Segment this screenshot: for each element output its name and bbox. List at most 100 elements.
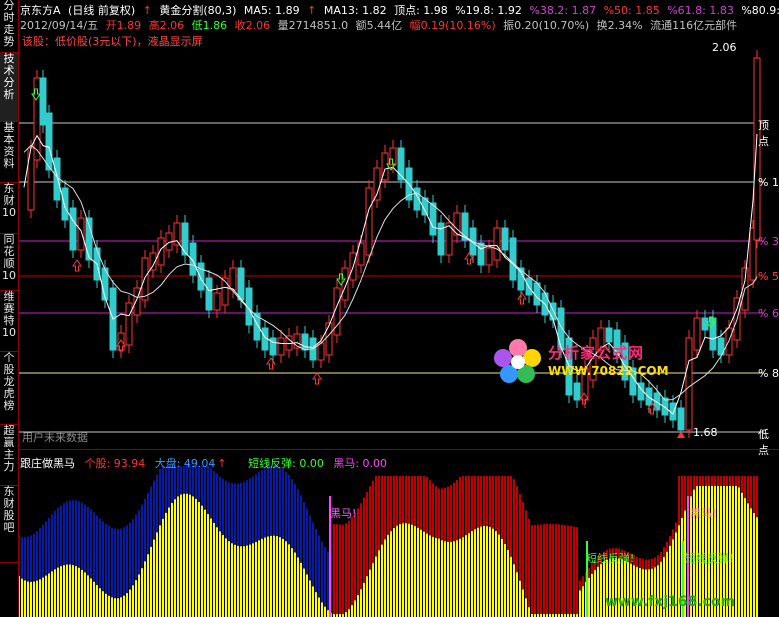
candle-body [117,332,125,351]
watermark: 分析家公式网 WWW.70822.COM [490,336,690,386]
sidebar-item-dragon-tiger[interactable]: 个股龙虎榜 [0,352,18,425]
sidebar-item-label: 技术分析 [3,52,15,101]
rebound-value: 短线反弹: 0.00 [248,457,324,470]
open-value: 开1.89 [105,19,142,32]
sidebar: 分时走势 技术分析 基本资料 东财10 同花顺10 维赛特10 个股龙虎榜 超赢… [0,0,19,617]
candle-body [753,57,761,241]
fib-level-5-num: 5 [771,270,779,283]
fib-level-5-tag: % 5 [758,270,779,283]
arrow-up-icon: ↑ [307,4,317,17]
fib-50-value: %50: 1.85 [603,4,660,17]
candle-body [485,247,493,266]
candle-body [317,342,325,361]
top-point-tag: 顶点 [758,119,769,148]
stock-chart-window: 分时走势 技术分析 基本资料 东财10 同花顺10 维赛特10 个股龙虎榜 超赢… [0,0,779,617]
watermark-bottom: www.fxj168.com [605,594,736,610]
candle-body [237,267,245,301]
darkhorse-value: 黑马: 0.00 [333,457,388,470]
candle-body [325,322,333,356]
high-value: 高2.06 [148,19,185,32]
stock-strength-value: 个股: 93.94 [84,457,146,470]
indicator-name[interactable]: 黄金分割(80,3) [159,4,236,17]
top-point-value: 顶点: 1.98 [394,4,448,17]
turnover-value: 换2.34% [596,19,643,32]
indicator-title[interactable]: 跟庄做黑马 [20,457,75,470]
fib-level-3-num: 3 [771,235,779,248]
candle-body [701,317,709,331]
amplitude-value: 振0.20(10.70%) [503,19,590,32]
darkhorse-signal-label: 黑马 [690,507,712,520]
sidebar-item-technical[interactable]: 技术分析 [0,53,18,122]
candle-body [61,187,69,221]
candle-body [141,257,149,301]
candle-body [69,207,77,251]
darkhorse-signal-2: 黑马! [690,507,717,520]
stock-name: 京东方A [20,4,61,17]
period-label[interactable]: (日线 前复权) [68,4,135,17]
market-strength-value: 大盘: 49.04 [154,457,216,470]
candle-body [157,237,165,266]
watermark-url: WWW.70822.COM [548,364,669,378]
sidebar-item-timeshare[interactable]: 分时走势 [0,0,18,53]
candle-body [645,387,653,406]
buy-arrow-icon [72,259,82,272]
sidebar-item-tonghuashun[interactable]: 同花顺10 [0,234,18,291]
sidebar-item-fundamental[interactable]: 基本资料 [0,122,18,183]
no-future-data-note: 用户未来数据 [22,431,88,444]
candle-body [213,292,221,311]
candle-body [501,227,509,251]
candle-body [221,277,229,306]
candle-body [125,302,133,346]
sidebar-item-guba[interactable]: 东财股吧 [0,486,18,563]
fib-19-value: %19.8: 1.92 [455,4,522,17]
rebound-signal-label: 短线反弹 [586,552,630,565]
sidebar-item-label: 东财股吧 [3,485,15,534]
candle-body [669,402,677,421]
sidebar-item-dongcai[interactable]: 东财10 [0,183,18,234]
fib-level-6-num: 6 [771,307,779,320]
fib-level-1-tag: % 1 [758,176,779,189]
buy-arrow-icon [312,372,322,385]
candle-body [365,187,373,256]
candle-body [39,77,47,126]
sidebar-item-label: 超赢主力 [3,424,15,473]
low-price-label: 1.68 [693,426,718,439]
fib-80-value: %80.9: 1.79 [741,4,779,17]
arrow-up-icon: ↑ [217,457,227,470]
rebound-signal-2: 短线反弹! [685,552,734,565]
flower-logo-icon [494,339,541,383]
indicator-chart[interactable] [19,451,777,617]
candle-body [173,222,181,246]
candle-body [693,317,701,351]
darkhorse-signal-label: 黑马 [330,507,352,520]
sidebar-item-label: 分时走势 [3,0,15,48]
header-line-2: 2012/09/14/五 开1.89 高2.06 低1.86 收2.06 量27… [20,20,741,32]
fib-38-value: %38.2: 1.87 [529,4,597,17]
candle-body [45,112,53,171]
candle-body [341,267,349,301]
sidebar-item-label: 维赛特10 [2,290,16,339]
candle-body [77,217,85,251]
sidebar-item-label: 基本资料 [3,121,15,170]
price-chart[interactable] [19,44,777,448]
sidebar-item-weisaite[interactable]: 维赛特10 [0,291,18,352]
sidebar-item-chaoying[interactable]: 超赢主力 [0,425,18,486]
ma5-value: MA5: 1.89 [243,4,300,17]
candle-body [677,407,685,431]
darkhorse-signal-1: 黑马! [330,507,357,520]
float-cap-value: 流通116亿元部件 [650,19,738,32]
fib-level-8-num: 8 [771,367,779,380]
indicator-header: 跟庄做黑马 个股: 93.94 大盘: 49.04 ↑ 短线反弹: 0.00 黑马… [20,455,393,471]
volume-value: 量2714851.0 [277,19,349,32]
buy-arrow-icon [517,292,527,305]
low-value: 低1.86 [191,19,228,32]
sidebar-item-label: 同花顺10 [2,233,16,282]
candle-body [509,237,517,281]
candle-body [709,317,717,351]
header-line-1: 京东方A (日线 前复权) ↑ 黄金分割(80,3) MA5: 1.89 ↑ M… [20,5,779,17]
fib-level-8-tag: % 8 [758,367,779,380]
rebound-signal-1: 短线反弹! [586,552,635,565]
candle-body [197,262,205,291]
candle-body [429,202,437,236]
rebound-signal-label: 短线反弹 [685,552,729,565]
